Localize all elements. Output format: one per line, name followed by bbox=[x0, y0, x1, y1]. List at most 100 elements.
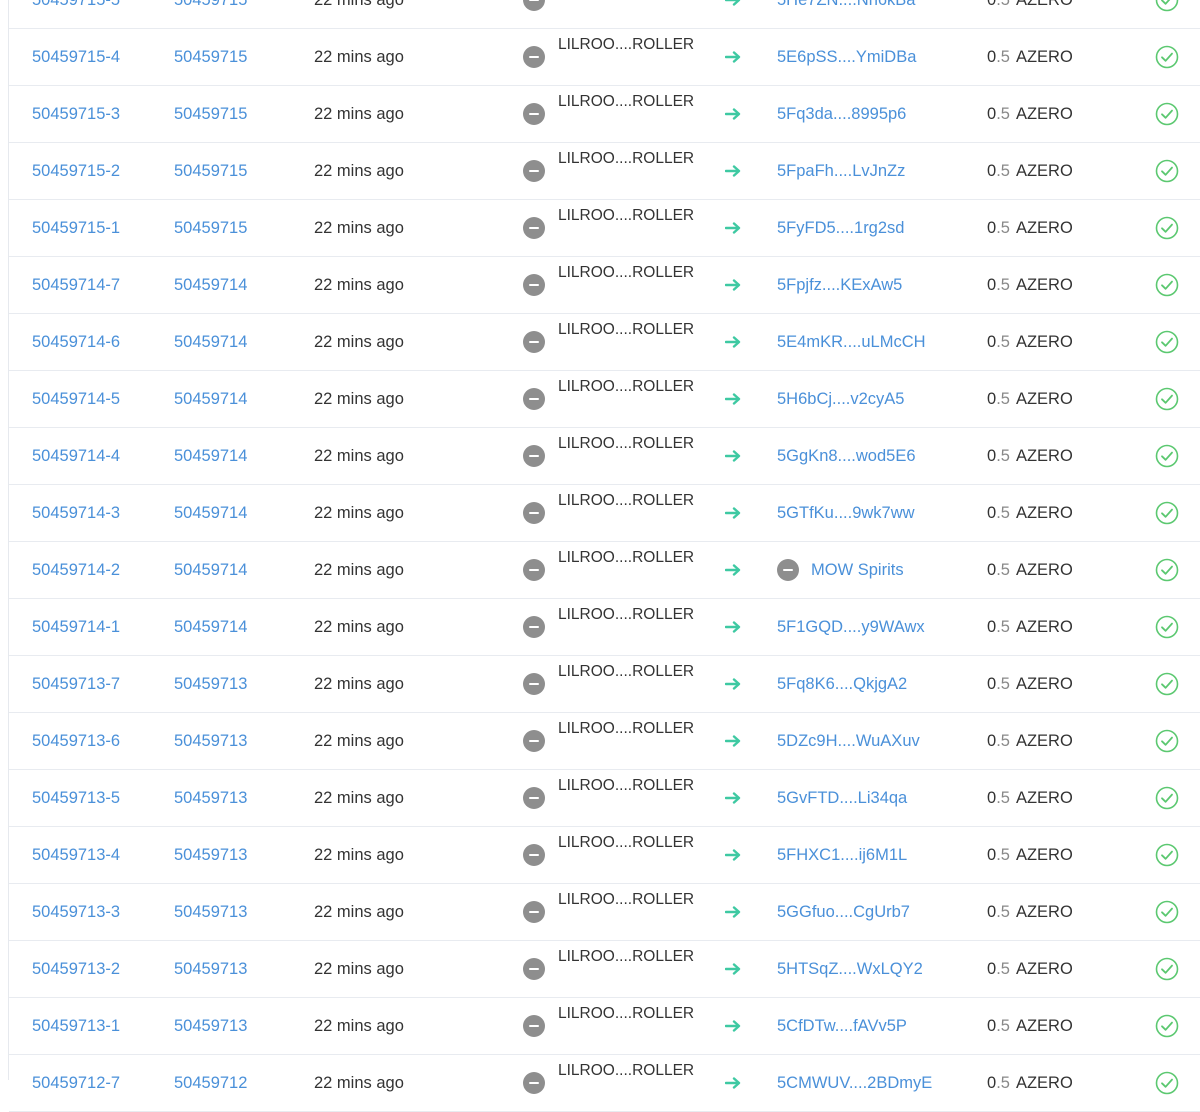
to-account-link[interactable]: 5GGfuo....CgUrb7 bbox=[777, 903, 910, 922]
extrinsic-id-link[interactable]: 50459712-7 bbox=[32, 1074, 120, 1093]
from-account-link[interactable]: LILROO....ROLLER bbox=[558, 261, 698, 285]
to-account-link[interactable]: 5DZc9H....WuAXuv bbox=[777, 732, 920, 751]
block-number-link[interactable]: 50459713 bbox=[174, 846, 247, 865]
extrinsic-id-link[interactable]: 50459715-2 bbox=[32, 162, 120, 181]
check-circle-icon bbox=[1155, 786, 1179, 810]
block-number-link[interactable]: 50459715 bbox=[174, 0, 247, 10]
from-account-link[interactable]: LILROO....ROLLER bbox=[558, 318, 698, 342]
amount: 0.5AZERO bbox=[987, 1073, 1073, 1092]
block-number-link[interactable]: 50459715 bbox=[174, 219, 247, 238]
to-account-link[interactable]: 5H6bCj....v2cyA5 bbox=[777, 390, 904, 409]
extrinsic-id-link[interactable]: 50459714-1 bbox=[32, 618, 120, 637]
from-account-link[interactable]: LILROO....ROLLER bbox=[558, 774, 698, 798]
block-number-link[interactable]: 50459713 bbox=[174, 1017, 247, 1036]
block-number-link[interactable]: 50459714 bbox=[174, 447, 247, 466]
amount: 0.5AZERO bbox=[987, 332, 1073, 351]
to-account-link[interactable]: 5CfDTw....fAVv5P bbox=[777, 1017, 907, 1036]
block-number-link[interactable]: 50459714 bbox=[174, 276, 247, 295]
from-account-link[interactable]: LILROO....ROLLER bbox=[558, 90, 698, 114]
block-number-link[interactable]: 50459715 bbox=[174, 48, 247, 67]
to-account-link[interactable]: 5F1GQD....y9WAwx bbox=[777, 618, 925, 637]
block-number-link[interactable]: 50459712 bbox=[174, 1074, 247, 1093]
extrinsic-id-link[interactable]: 50459714-6 bbox=[32, 333, 120, 352]
extrinsic-id-link[interactable]: 50459713-3 bbox=[32, 903, 120, 922]
to-account-link[interactable]: 5GvFTD....Li34qa bbox=[777, 789, 907, 808]
from-account-link[interactable]: LILROO....ROLLER bbox=[558, 717, 698, 741]
amount: 0.5AZERO bbox=[987, 674, 1073, 693]
amount: 0.5AZERO bbox=[987, 218, 1073, 237]
to-account-link[interactable]: 5FpaFh....LvJnZz bbox=[777, 162, 905, 181]
time-ago: 22 mins ago bbox=[314, 1073, 404, 1092]
account-avatar-icon bbox=[523, 502, 545, 524]
from-account-link[interactable]: LILROO....ROLLER bbox=[558, 603, 698, 627]
from-account-link[interactable]: LILROO....ROLLER bbox=[558, 888, 698, 912]
arrow-right-icon bbox=[725, 564, 741, 576]
check-circle-icon bbox=[1155, 330, 1179, 354]
to-account-link[interactable]: 5He7ZN....Nh6kBa bbox=[777, 0, 915, 10]
account-avatar-icon bbox=[523, 103, 545, 125]
extrinsic-id-link[interactable]: 50459713-1 bbox=[32, 1017, 120, 1036]
account-avatar-icon bbox=[523, 730, 545, 752]
extrinsic-id-link[interactable]: 50459715-3 bbox=[32, 105, 120, 124]
from-account-link[interactable]: LILROO....ROLLER bbox=[558, 489, 698, 513]
from-account-link[interactable]: LILROO....ROLLER bbox=[558, 432, 698, 456]
from-account-link[interactable]: LILROO....ROLLER bbox=[558, 831, 698, 855]
arrow-right-icon bbox=[725, 963, 741, 975]
to-account-link[interactable]: 5Fq8K6....QkjgA2 bbox=[777, 675, 907, 694]
amount: 0.5AZERO bbox=[987, 731, 1073, 750]
to-account-link[interactable]: 5FyFD5....1rg2sd bbox=[777, 219, 904, 238]
block-number-link[interactable]: 50459714 bbox=[174, 390, 247, 409]
to-account-link[interactable]: 5Fq3da....8995p6 bbox=[777, 105, 906, 124]
to-account-link[interactable]: 5E6pSS....YmiDBa bbox=[777, 48, 916, 67]
to-account-link[interactable]: 5E4mKR....uLMcCH bbox=[777, 333, 926, 352]
block-number-link[interactable]: 50459715 bbox=[174, 162, 247, 181]
from-account-link[interactable]: LILROO....ROLLER bbox=[558, 33, 698, 57]
block-number-link[interactable]: 50459713 bbox=[174, 960, 247, 979]
to-account-link[interactable]: MOW Spirits bbox=[811, 561, 904, 580]
amount: 0.5AZERO bbox=[987, 560, 1073, 579]
extrinsic-id-link[interactable]: 50459715-5 bbox=[32, 0, 120, 10]
table-row: 50459714-5 50459714 22 mins ago LILROO..… bbox=[9, 371, 1200, 428]
table-row: 50459715-3 50459715 22 mins ago LILROO..… bbox=[9, 86, 1200, 143]
block-number-link[interactable]: 50459714 bbox=[174, 561, 247, 580]
extrinsic-id-link[interactable]: 50459713-6 bbox=[32, 732, 120, 751]
to-account-link[interactable]: 5HTSqZ....WxLQY2 bbox=[777, 960, 923, 979]
from-account-link[interactable]: LILROO....ROLLER bbox=[558, 945, 698, 969]
extrinsic-id-link[interactable]: 50459714-7 bbox=[32, 276, 120, 295]
block-number-link[interactable]: 50459715 bbox=[174, 105, 247, 124]
from-account-link[interactable]: LILROO....ROLLER bbox=[558, 660, 698, 684]
to-account-link[interactable]: 5Fpjfz....KExAw5 bbox=[777, 276, 902, 295]
from-account-link[interactable]: LILROO....ROLLER bbox=[558, 1002, 698, 1026]
from-account-link[interactable]: LILROO....ROLLER bbox=[558, 204, 698, 228]
extrinsic-id-link[interactable]: 50459714-5 bbox=[32, 390, 120, 409]
extrinsic-id-link[interactable]: 50459713-4 bbox=[32, 846, 120, 865]
extrinsic-id-link[interactable]: 50459715-4 bbox=[32, 48, 120, 67]
to-account-link[interactable]: 5CMWUV....2BDmyE bbox=[777, 1074, 932, 1093]
from-account-link[interactable]: LILROO....ROLLER bbox=[558, 375, 698, 399]
account-avatar-icon bbox=[523, 1072, 545, 1094]
account-avatar-icon bbox=[523, 274, 545, 296]
block-number-link[interactable]: 50459713 bbox=[174, 789, 247, 808]
account-avatar-icon bbox=[523, 616, 545, 638]
extrinsic-id-link[interactable]: 50459713-2 bbox=[32, 960, 120, 979]
from-account-link[interactable]: LILROO....ROLLER bbox=[558, 546, 698, 570]
from-account-link[interactable]: LILROO....ROLLER bbox=[558, 1059, 698, 1083]
block-number-link[interactable]: 50459713 bbox=[174, 903, 247, 922]
block-number-link[interactable]: 50459714 bbox=[174, 618, 247, 637]
block-number-link[interactable]: 50459714 bbox=[174, 504, 247, 523]
extrinsic-id-link[interactable]: 50459713-7 bbox=[32, 675, 120, 694]
from-account-link[interactable]: LILROO....ROLLER bbox=[558, 147, 698, 171]
extrinsic-id-link[interactable]: 50459714-3 bbox=[32, 504, 120, 523]
extrinsic-id-link[interactable]: 50459714-4 bbox=[32, 447, 120, 466]
to-account-link[interactable]: 5FHXC1....ij6M1L bbox=[777, 846, 907, 865]
block-number-link[interactable]: 50459713 bbox=[174, 675, 247, 694]
extrinsic-id-link[interactable]: 50459715-1 bbox=[32, 219, 120, 238]
table-row: 50459712-7 50459712 22 mins ago LILROO..… bbox=[9, 1055, 1200, 1112]
check-circle-icon bbox=[1155, 843, 1179, 867]
block-number-link[interactable]: 50459714 bbox=[174, 333, 247, 352]
block-number-link[interactable]: 50459713 bbox=[174, 732, 247, 751]
to-account-link[interactable]: 5GgKn8....wod5E6 bbox=[777, 447, 916, 466]
extrinsic-id-link[interactable]: 50459714-2 bbox=[32, 561, 120, 580]
extrinsic-id-link[interactable]: 50459713-5 bbox=[32, 789, 120, 808]
to-account-link[interactable]: 5GTfKu....9wk7ww bbox=[777, 504, 915, 523]
